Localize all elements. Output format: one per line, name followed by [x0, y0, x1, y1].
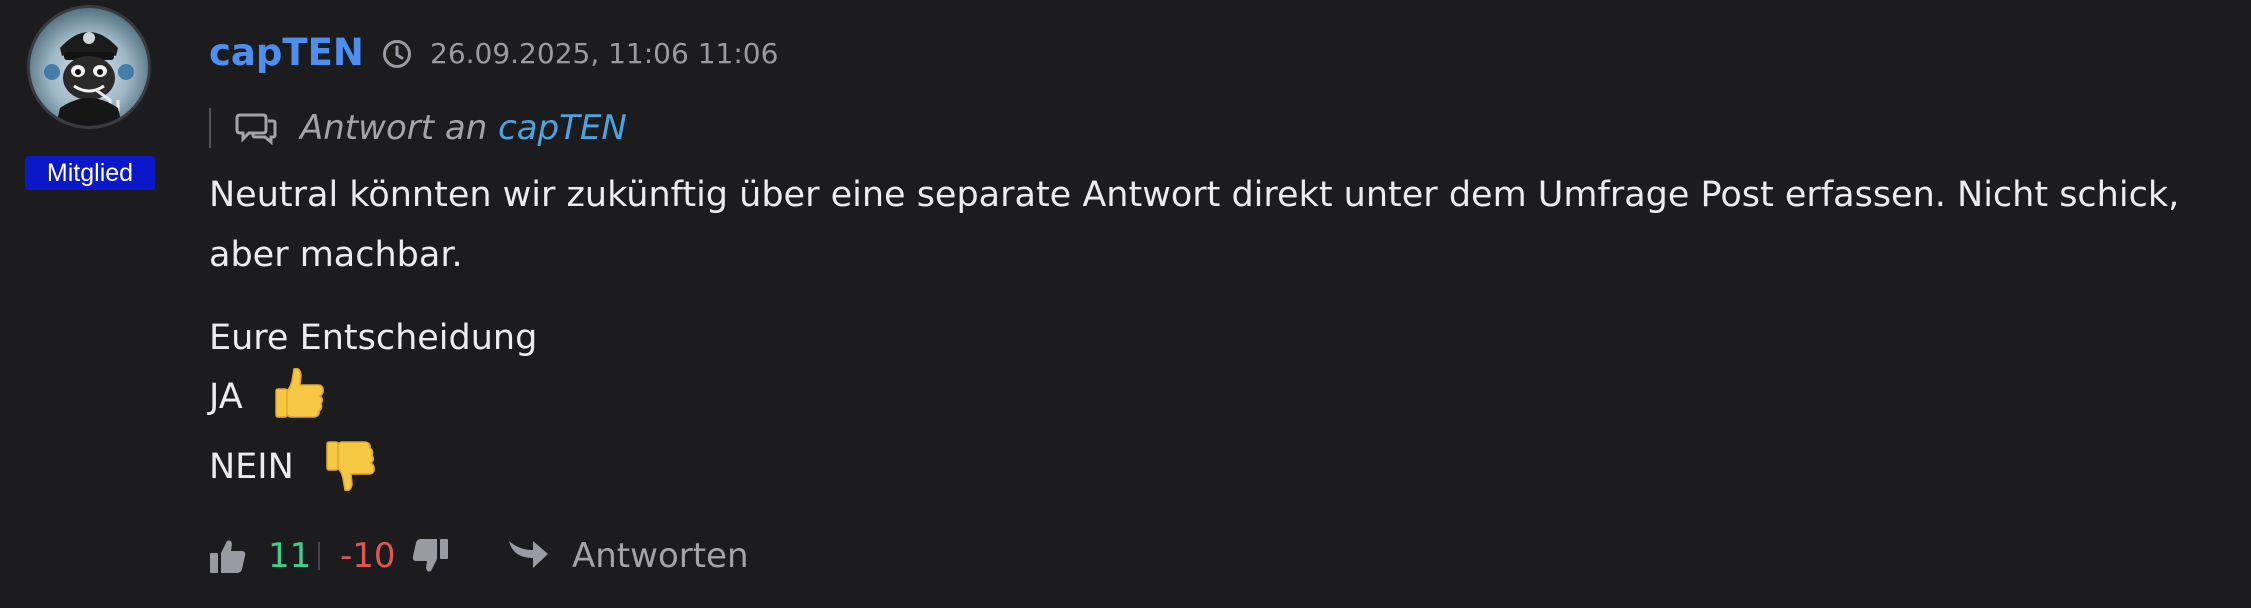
- avatar-image: [44, 32, 134, 126]
- option-yes-line: JA: [209, 367, 328, 422]
- clock-icon: [383, 40, 411, 68]
- thumbs-down-emoji: [326, 441, 375, 492]
- option-yes-label: JA: [209, 377, 243, 417]
- thumbs-down-icon[interactable]: [411, 538, 449, 574]
- reply-to-divider: [209, 108, 211, 148]
- share-arrow-icon: [509, 541, 548, 568]
- role-badge: Mitglied: [25, 156, 155, 190]
- reply-button[interactable]: Antworten: [507, 533, 749, 579]
- post-paragraph: Neutral könnten wir zukünftig über eine …: [209, 175, 2180, 275]
- avatar[interactable]: [27, 5, 151, 129]
- reply-to-author[interactable]: capTEN: [498, 106, 627, 150]
- option-no-label: NEIN: [209, 447, 294, 487]
- upvote-count: 11: [268, 536, 312, 576]
- reply-to-prefix: Antwort an: [300, 108, 488, 148]
- author-name[interactable]: capTEN: [209, 28, 364, 78]
- reply-button-label: Antworten: [572, 536, 749, 576]
- downvote-count: -10: [340, 536, 396, 576]
- option-no-line: NEIN: [209, 441, 379, 494]
- post: Mitglied capTEN 26.09.2025, 11:06 11:06 …: [0, 0, 2251, 608]
- decision-heading: Eure Entscheidung: [209, 318, 538, 358]
- post-timestamp: 26.09.2025, 11:06 11:06: [430, 37, 779, 70]
- vote-divider: [318, 542, 320, 570]
- thumbs-up-emoji: [275, 367, 324, 418]
- post-content: Neutral könnten wir zukünftig über eine …: [209, 165, 2229, 285]
- chat-bubbles-icon: [235, 113, 277, 146]
- thumbs-up-icon[interactable]: [209, 538, 247, 574]
